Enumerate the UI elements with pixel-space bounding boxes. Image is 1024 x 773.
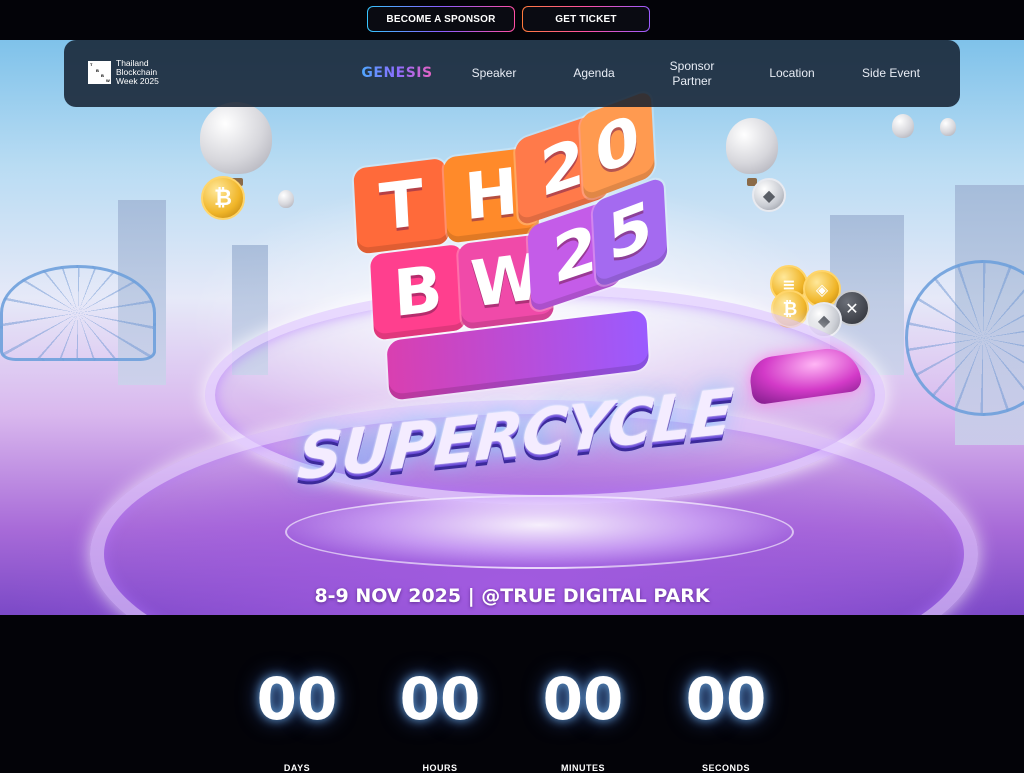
countdown-days-label: DAYS: [283, 763, 311, 773]
main-nav: T B B W Thailand Blockchain Week 2025 GE…: [64, 40, 960, 107]
hero-banner: ₿ ◆ ≡ ◈ ✕ ₿ ◆ T H 2 0 B W 2 5 SUPERCYCLE…: [0, 40, 1024, 615]
pedestal-platform: [285, 495, 794, 569]
hot-air-balloon: [726, 118, 778, 186]
become-sponsor-button[interactable]: BECOME A SPONSOR: [367, 6, 515, 32]
hot-air-balloon: [200, 102, 272, 186]
get-ticket-button[interactable]: GET TICKET: [522, 6, 650, 32]
nav-speaker[interactable]: Speaker: [454, 40, 534, 107]
countdown-days: 00: [256, 665, 338, 733]
countdown-minutes-label: MINUTES: [561, 763, 605, 773]
carousel-left: [0, 265, 156, 361]
hot-air-balloon: [892, 114, 914, 138]
countdown-minutes: 00: [542, 665, 624, 733]
countdown-seconds: 00: [685, 665, 767, 733]
countdown-hours-label: HOURS: [422, 763, 458, 773]
nav-side-event[interactable]: Side Event: [851, 40, 931, 107]
ferris-wheel-right: [905, 260, 1024, 416]
cube-cell: B: [369, 243, 467, 341]
nav-location[interactable]: Location: [752, 40, 832, 107]
hot-air-balloon: [940, 118, 956, 136]
countdown-hours: 00: [399, 665, 481, 733]
tbbw-logo-icon: T B B W: [88, 61, 111, 84]
brand-logo[interactable]: T B B W Thailand Blockchain Week 2025: [88, 59, 159, 86]
bitcoin-coin-icon: ₿: [201, 176, 245, 220]
ethereum-coin-icon: ◆: [752, 178, 786, 212]
event-dates-location: 8-9 NOV 2025 | @TRUE DIGITAL PARK: [314, 585, 710, 607]
countdown-timer: 00 00 00 00 DAYS HOURS MINUTES SECONDS: [0, 665, 1024, 773]
nav-sponsor-partner[interactable]: Sponsor Partner: [652, 40, 732, 107]
nav-agenda[interactable]: Agenda: [554, 40, 634, 107]
hot-air-balloon: [278, 190, 294, 208]
countdown-seconds-label: SECONDS: [701, 763, 750, 773]
nav-genesis[interactable]: GENESIS: [352, 40, 442, 107]
cube-cell: T: [353, 157, 450, 255]
brand-name: Thailand Blockchain Week 2025: [116, 58, 159, 86]
